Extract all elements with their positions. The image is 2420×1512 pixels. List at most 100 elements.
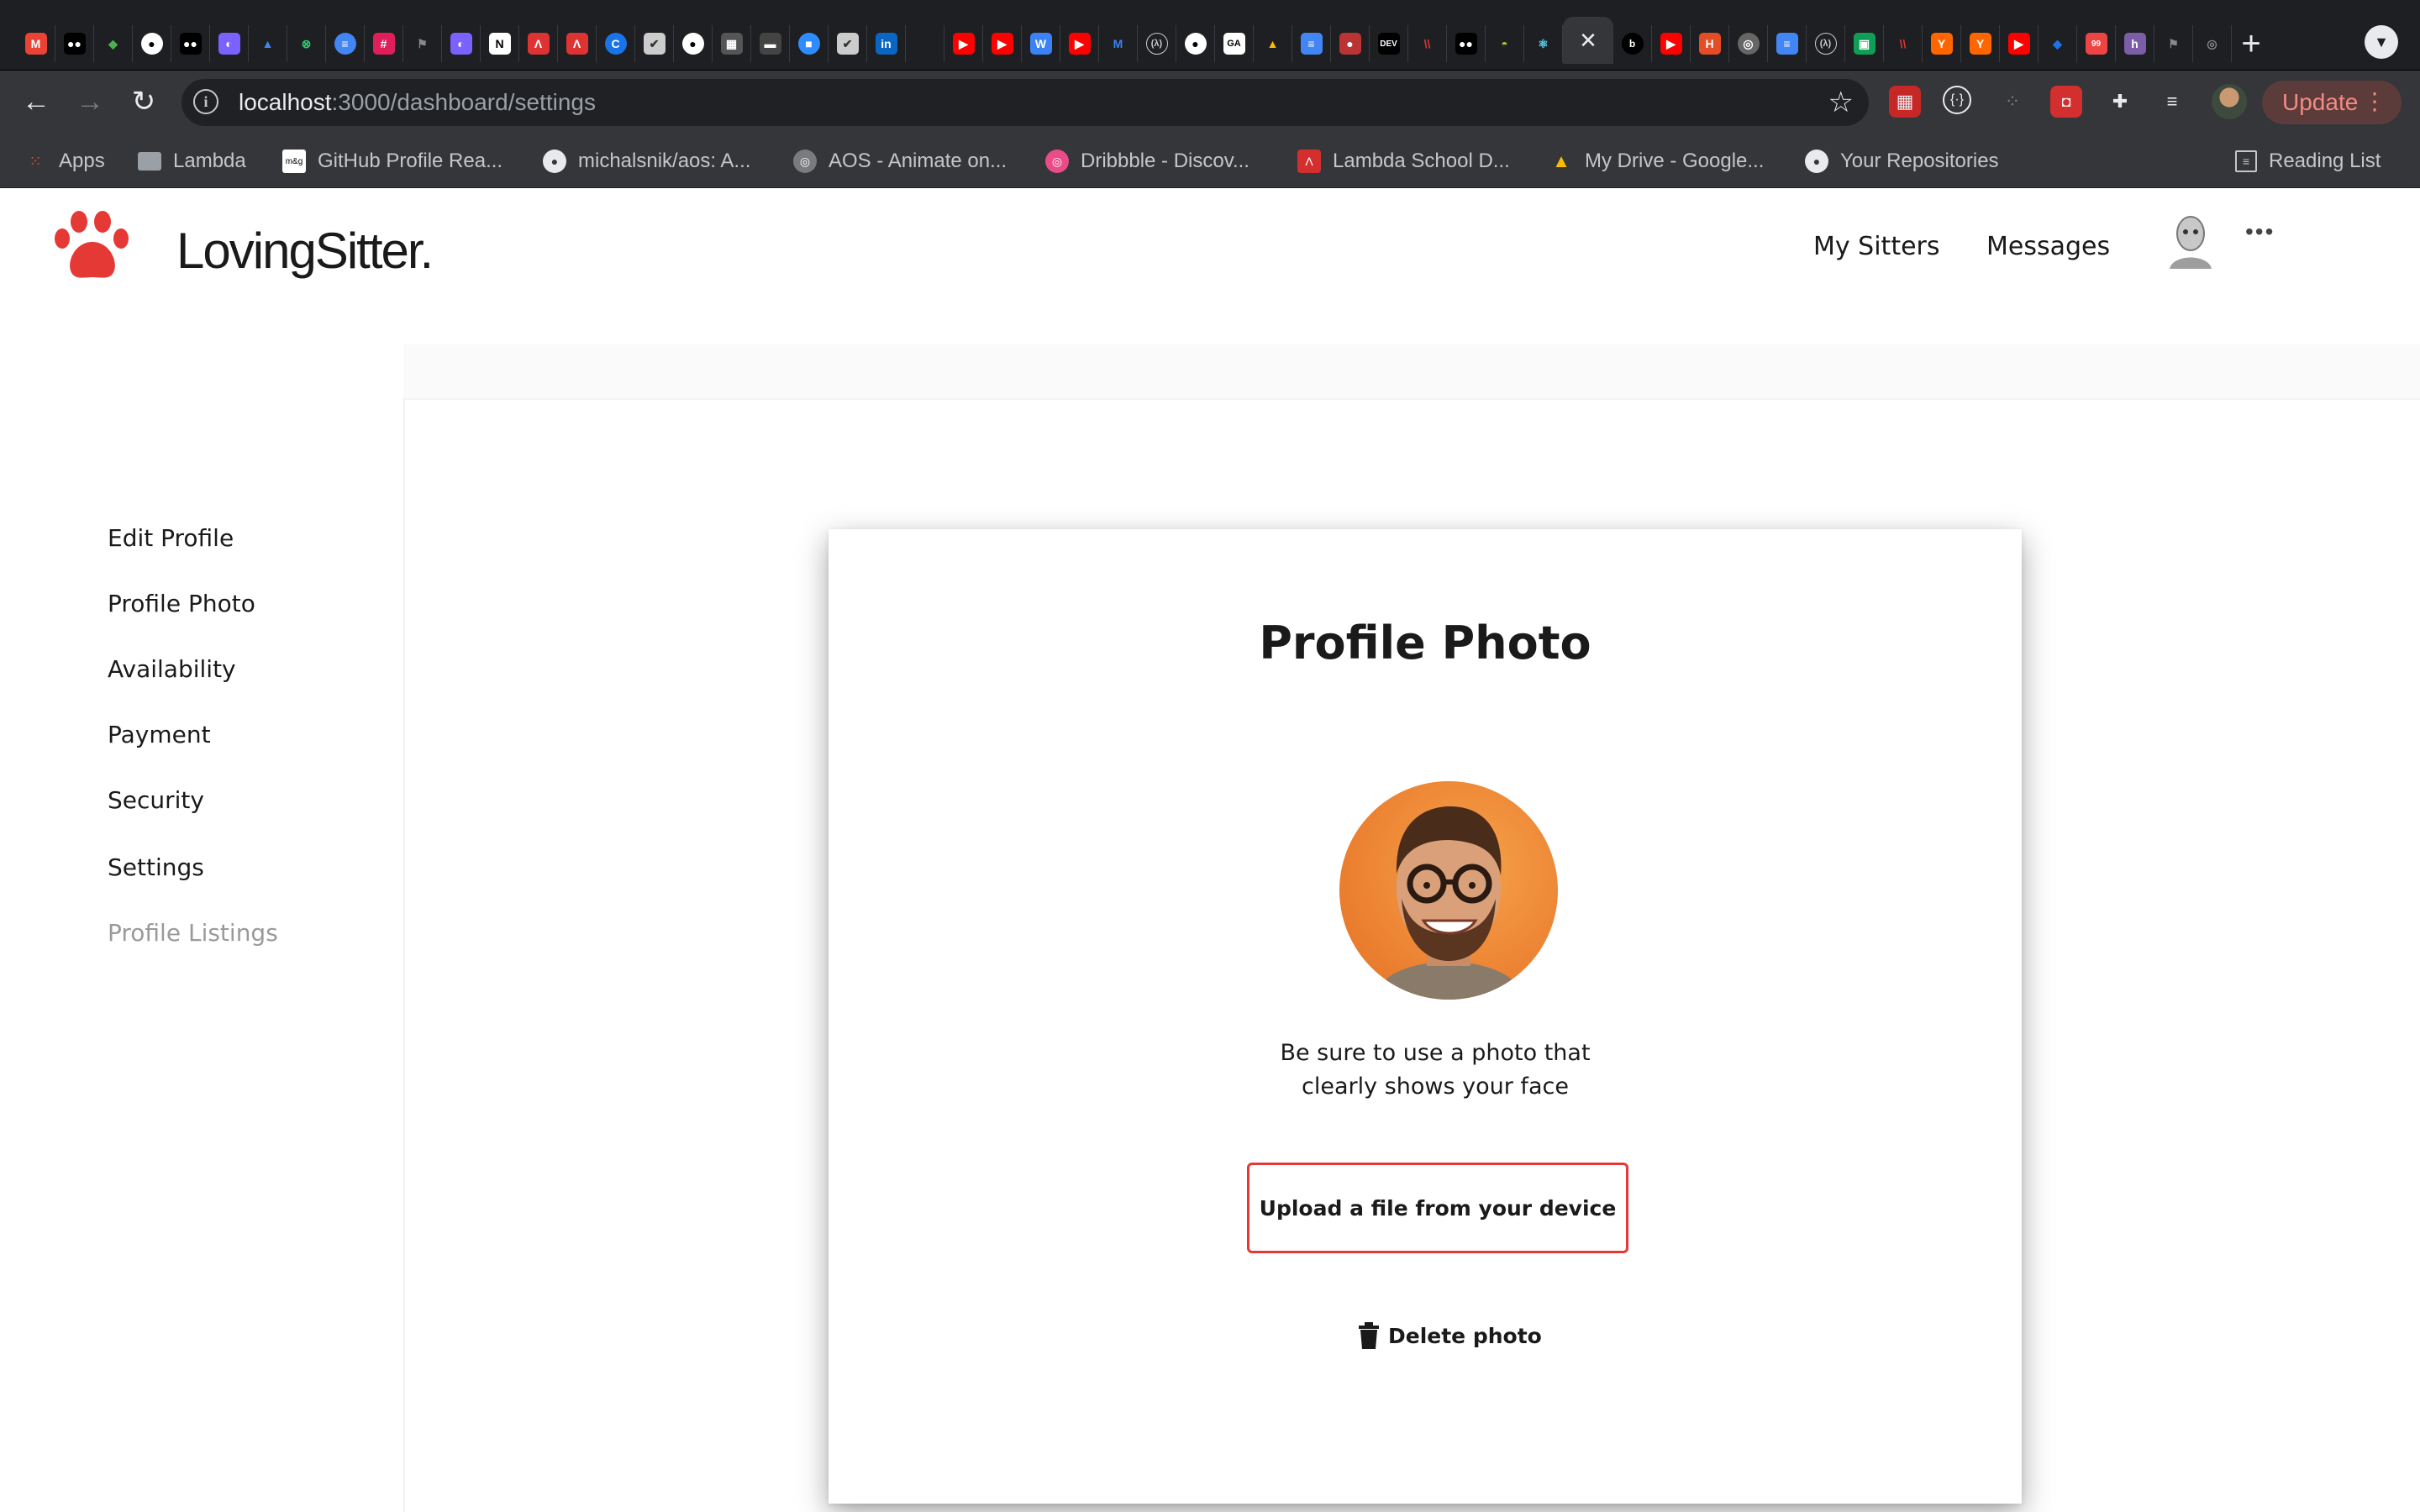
tab[interactable]: Λ: [558, 25, 597, 62]
tab[interactable]: ●: [133, 25, 171, 62]
sidebar-item-security[interactable]: Security: [108, 786, 204, 814]
tab[interactable]: 99: [2077, 25, 2116, 62]
tab[interactable]: Y: [1961, 25, 2000, 62]
extensions-puzzle-icon[interactable]: ✚: [2104, 86, 2136, 118]
tab[interactable]: ▲: [1254, 25, 1292, 62]
tab-active[interactable]: ✕: [1563, 17, 1613, 64]
tab[interactable]: \\: [1408, 25, 1447, 62]
tab[interactable]: ◎: [1729, 25, 1768, 62]
bookmark-star-icon[interactable]: ☆: [1828, 86, 1854, 119]
user-avatar[interactable]: [2161, 212, 2220, 270]
tab[interactable]: ●●: [1447, 25, 1486, 62]
extension-braces-icon[interactable]: {·}: [1943, 86, 1971, 114]
site-info-icon[interactable]: i: [193, 89, 218, 114]
sidebar-item-profile-photo[interactable]: Profile Photo: [108, 590, 255, 617]
tab[interactable]: ✔: [829, 25, 867, 62]
tab[interactable]: #: [365, 25, 403, 62]
brand-name[interactable]: LovingSitter.: [176, 222, 434, 280]
tab[interactable]: N: [481, 25, 519, 62]
tab[interactable]: W: [1022, 25, 1060, 62]
tab[interactable]: ▶: [983, 25, 1022, 62]
nav-my-sitters[interactable]: My Sitters: [1813, 232, 1940, 261]
tab[interactable]: ⊗: [287, 25, 326, 62]
nav-messages[interactable]: Messages: [1986, 232, 2110, 261]
tab[interactable]: [906, 25, 944, 62]
tab[interactable]: ◆: [94, 25, 133, 62]
extension-puzzle-red-icon[interactable]: ▦: [1889, 86, 1921, 118]
sidebar-item-edit-profile[interactable]: Edit Profile: [108, 524, 234, 552]
tab[interactable]: ◓: [1486, 25, 1524, 62]
reading-list-button[interactable]: ≡ Reading List: [2235, 146, 2381, 176]
tab[interactable]: DEV: [1370, 25, 1408, 62]
bookmark-aos-github[interactable]: ● michalsnik/aos: A...: [543, 146, 750, 176]
update-button[interactable]: Update ⋮: [2262, 81, 2402, 124]
tab[interactable]: (λ): [1138, 25, 1176, 62]
back-arrow-icon[interactable]: ←: [17, 82, 55, 121]
tab[interactable]: Λ: [519, 25, 558, 62]
tab[interactable]: ▣: [1845, 25, 1884, 62]
tab[interactable]: ≡: [326, 25, 365, 62]
address-bar[interactable]: i localhost:3000/dashboard/settings ☆: [182, 79, 1869, 126]
sidebar-item-profile-listings[interactable]: Profile Listings: [108, 919, 278, 947]
tab[interactable]: h: [2116, 25, 2154, 62]
extension-shield-icon[interactable]: ◘: [2050, 86, 2082, 118]
bookmark-dribbble[interactable]: ◎ Dribbble - Discov...: [1045, 146, 1249, 176]
reload-icon[interactable]: ↻: [124, 82, 163, 121]
upload-file-button[interactable]: Upload a file from your device: [1247, 1163, 1628, 1253]
tab[interactable]: ≡: [1768, 25, 1807, 62]
tab[interactable]: ✔: [635, 25, 674, 62]
close-tab-icon[interactable]: ✕: [1579, 28, 1597, 54]
tab[interactable]: ▶: [1652, 25, 1691, 62]
tab[interactable]: \\: [1884, 25, 1923, 62]
tab[interactable]: GA: [1215, 25, 1254, 62]
new-tab-button[interactable]: +: [2228, 24, 2274, 64]
tab[interactable]: ●●: [55, 25, 94, 62]
tab[interactable]: b: [1613, 25, 1652, 62]
browser-profile-avatar[interactable]: [2212, 84, 2247, 119]
tab[interactable]: ●: [1176, 25, 1215, 62]
tab[interactable]: ■: [790, 25, 829, 62]
tab[interactable]: ▲: [249, 25, 287, 62]
tab[interactable]: H: [1691, 25, 1729, 62]
paw-logo-icon[interactable]: [50, 205, 134, 289]
sidebar-item-settings[interactable]: Settings: [108, 853, 204, 881]
chrome-menu-icon[interactable]: ⋮: [2363, 87, 2386, 115]
tab[interactable]: ●: [674, 25, 713, 62]
bookmark-google-drive[interactable]: ▲ My Drive - Google...: [1549, 146, 1764, 176]
tab[interactable]: ▶: [1060, 25, 1099, 62]
tab[interactable]: ●●: [171, 25, 210, 62]
tab[interactable]: ≡: [1292, 25, 1331, 62]
tab[interactable]: ▦: [713, 25, 751, 62]
tab[interactable]: in: [867, 25, 906, 62]
bookmark-apps[interactable]: ⁙ Apps: [24, 146, 104, 176]
bookmark-lambda[interactable]: Lambda: [138, 146, 246, 176]
tab[interactable]: C: [597, 25, 635, 62]
tab[interactable]: ◐: [210, 25, 249, 62]
bookmark-your-repositories[interactable]: ● Your Repositories: [1805, 146, 1999, 176]
tab[interactable]: ▶: [2000, 25, 2039, 62]
media-queue-icon[interactable]: ≡: [2156, 86, 2188, 118]
sidebar-item-availability[interactable]: Availability: [108, 655, 236, 683]
more-options-icon[interactable]: •••: [2245, 218, 2275, 245]
url-text[interactable]: localhost:3000/dashboard/settings: [239, 89, 596, 116]
tab[interactable]: ●: [1331, 25, 1370, 62]
tab[interactable]: ▶: [944, 25, 983, 62]
bookmark-aos-animate[interactable]: ◎ AOS - Animate on...: [793, 146, 1007, 176]
delete-photo-button[interactable]: Delete photo: [1358, 1319, 1542, 1352]
tab[interactable]: M: [17, 25, 55, 62]
tab[interactable]: ⚛: [1524, 25, 1563, 62]
tab[interactable]: ⚑: [2154, 25, 2193, 62]
tab[interactable]: M: [1099, 25, 1138, 62]
tab[interactable]: ⚑: [403, 25, 442, 62]
sidebar-item-payment[interactable]: Payment: [108, 721, 211, 748]
bookmark-lambda-school[interactable]: Λ Lambda School D...: [1297, 146, 1510, 176]
tab[interactable]: ◐: [442, 25, 481, 62]
tab[interactable]: Y: [1923, 25, 1961, 62]
tab[interactable]: ▬: [751, 25, 790, 62]
bookmark-github-profile[interactable]: m&g GitHub Profile Rea...: [282, 146, 502, 176]
extension-dots-icon[interactable]: ⁘: [1996, 86, 2028, 118]
tab-search-icon[interactable]: ▼: [2365, 25, 2398, 59]
forward-arrow-icon[interactable]: →: [71, 82, 109, 121]
tab[interactable]: ◎: [2193, 25, 2232, 62]
tab[interactable]: (λ): [1807, 25, 1845, 62]
